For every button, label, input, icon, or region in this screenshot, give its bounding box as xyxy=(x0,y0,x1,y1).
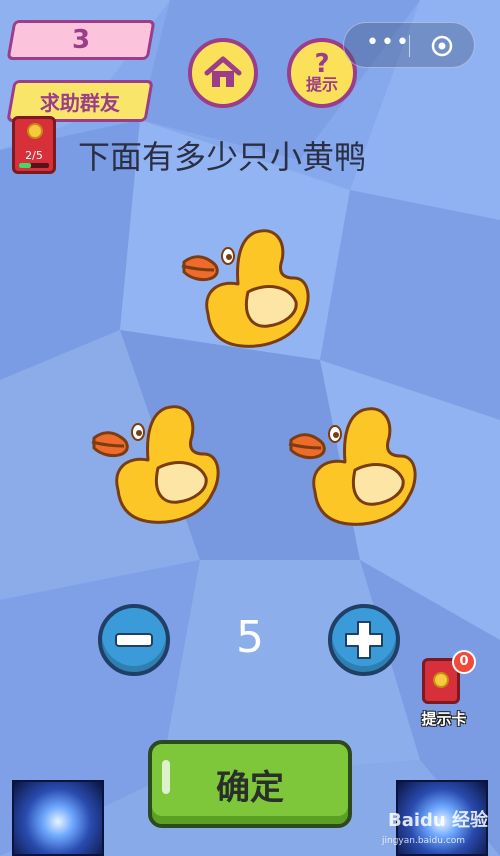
level-indicator: 3 xyxy=(6,20,156,60)
hint-card-count-badge: 0 xyxy=(452,650,476,674)
hint-label: 提示 xyxy=(305,75,338,94)
progress-red-envelope[interactable]: 2/5 xyxy=(12,116,56,174)
rubber-duck-1 xyxy=(181,229,310,348)
minus-icon xyxy=(115,633,153,647)
coin-icon xyxy=(433,672,449,688)
question-text: 下面有多少只小黄鸭 xyxy=(78,138,367,176)
question-mark-icon: ? xyxy=(314,49,330,79)
decrement-button[interactable] xyxy=(98,604,170,676)
confirm-button[interactable]: 确定 xyxy=(148,740,352,828)
level-number: 3 xyxy=(71,25,91,55)
hint-card-button[interactable]: 0 提示卡 xyxy=(416,650,476,730)
answer-count: 5 xyxy=(236,612,264,663)
more-dots-icon[interactable]: ••• xyxy=(366,32,411,54)
coin-icon xyxy=(27,123,43,139)
capsule-divider xyxy=(409,35,410,57)
confirm-label: 确定 xyxy=(216,767,284,808)
progress-bar-fill xyxy=(19,163,31,168)
home-icon xyxy=(204,56,242,87)
mini-program-capsule: ••• xyxy=(343,22,475,68)
button-shine xyxy=(162,760,170,794)
watermark-url: jingyan.baidu.com xyxy=(382,836,466,846)
rubber-duck-3 xyxy=(288,407,417,526)
progress-bar xyxy=(19,163,49,168)
hint-card-label: 提示卡 xyxy=(421,710,467,728)
target-close-icon[interactable] xyxy=(430,34,454,58)
rubber-duck-2 xyxy=(91,405,220,524)
plus-icon xyxy=(345,621,383,659)
increment-button[interactable] xyxy=(328,604,400,676)
ask-friends-label: 求助群友 xyxy=(40,90,120,115)
home-button[interactable] xyxy=(188,38,258,108)
progress-text: 2/5 xyxy=(25,149,43,162)
watermark-title: Baidu 经验 xyxy=(388,810,489,831)
player-avatar-left[interactable] xyxy=(12,780,104,856)
